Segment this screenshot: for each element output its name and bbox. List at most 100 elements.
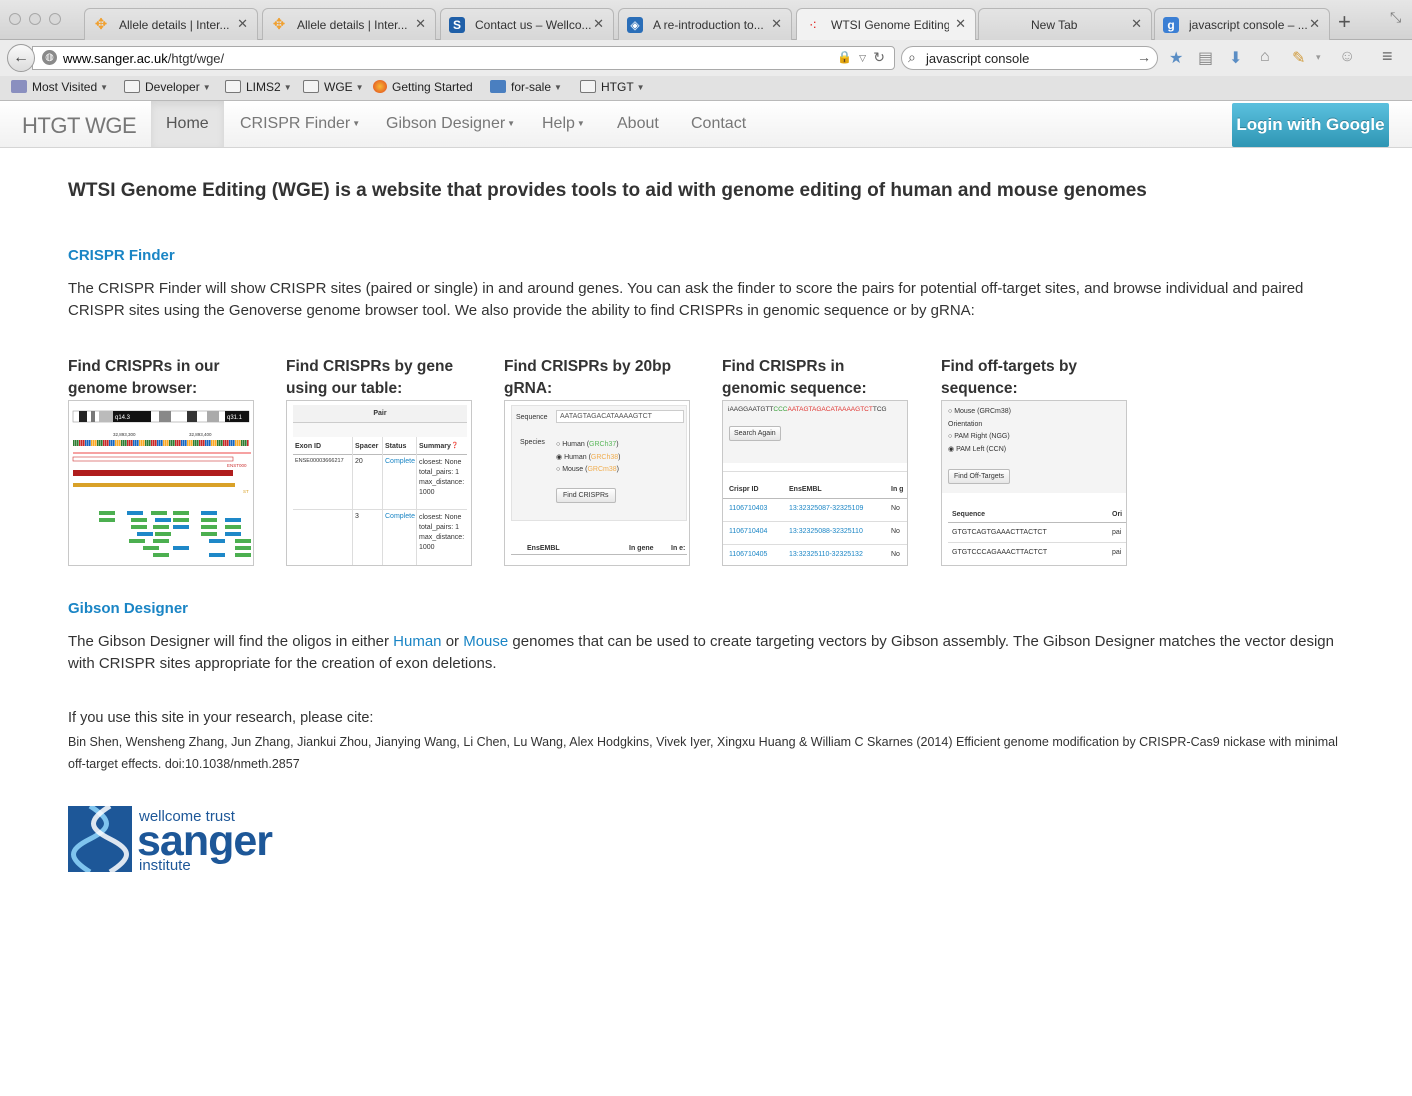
table-row: ENSE00003666217 20 Complete closest: Non… [293, 456, 467, 510]
nav-label: Contact [691, 115, 747, 132]
crispr-site-mark [99, 511, 115, 515]
species-radio[interactable]: ◉ Human (GRCh38) [556, 454, 621, 461]
status-link[interactable]: Complete [385, 513, 415, 520]
zoom-window-icon[interactable] [49, 13, 61, 25]
bookmark-wge[interactable]: WGE ▼ [303, 80, 364, 94]
bookmark-most-visited[interactable]: Most Visited ▼ [11, 80, 108, 94]
crispr-id-link[interactable]: 1106710405 [729, 551, 767, 558]
card-grna[interactable]: Find CRISPRs by 20bp gRNA: Sequence AATA… [504, 356, 690, 566]
site-brand[interactable]: HTGT WGE [22, 113, 137, 139]
help-circle-icon[interactable]: ❓ [451, 442, 458, 449]
sequence-input[interactable]: AATAGTAGACATAAAAGTCT [556, 410, 684, 423]
sequence-base [107, 440, 109, 446]
species-radio[interactable]: ○ Human (GRCh37) [556, 441, 619, 448]
grna-form-thumbnail[interactable]: Sequence AATAGTAGACATAAAAGTCT Species ○ … [504, 400, 690, 566]
back-button[interactable]: ← [7, 44, 35, 72]
find-crisprs-button[interactable]: Find CRISPRs [556, 488, 616, 503]
sequence-base [129, 440, 131, 446]
close-window-icon[interactable] [9, 13, 21, 25]
search-again-button[interactable]: Search Again [729, 426, 781, 441]
bookmark-lims2[interactable]: LIMS2 ▼ [225, 80, 292, 94]
lock-warning-icon[interactable]: 🔒 [837, 50, 852, 64]
crispr-id-link[interactable]: 1106710403 [729, 505, 767, 512]
species-radio[interactable]: ○ Mouse (GRCm38) [556, 466, 619, 473]
restore-window-icon[interactable]: ⤡ [1390, 9, 1401, 26]
bookmark-getting-started[interactable]: Getting Started [373, 80, 473, 94]
search-go-arrow-icon[interactable]: → [1137, 49, 1151, 65]
orientation-radio[interactable]: ◉ PAM Left (CCN) [948, 446, 1006, 453]
login-with-google-button[interactable]: Login with Google [1232, 103, 1389, 147]
summary-line: max_distance: [419, 534, 465, 541]
url-text[interactable]: www.sanger.ac.uk/htgt/wge/ [63, 51, 224, 66]
new-tab-icon[interactable]: + [1338, 9, 1351, 35]
human-link[interactable]: Human [393, 633, 441, 650]
browser-tab[interactable]: S Contact us – Wellco... ✕ [440, 8, 614, 40]
species-radios: ○ Human (GRCh37) ◉ Human (GRCh38) ○ Mous… [556, 439, 621, 477]
nav-about[interactable]: About [602, 101, 674, 147]
extension-icon[interactable]: ✎ [1292, 48, 1305, 68]
orientation-option: PAM Left (CCN) [956, 445, 1007, 453]
genome-browser-thumbnail[interactable]: q14.3 q31.1 32,893,300 32,893,400 ENST00… [68, 400, 254, 566]
hamburger-menu-icon[interactable]: ≡ [1382, 46, 1393, 67]
card-genome-browser[interactable]: Find CRISPRs in our genome browser: q14.… [68, 356, 254, 566]
ensembl-link[interactable]: 13:32325087-32325109 [789, 505, 863, 512]
minimize-window-icon[interactable] [29, 13, 41, 25]
card-off-targets[interactable]: Find off-targets by sequence: ○ Mouse (G… [941, 356, 1127, 566]
nav-help[interactable]: Help ▼ [527, 101, 600, 147]
table-row: 1106710404 13:32325088-32325110 No [723, 523, 907, 545]
home-icon[interactable]: ⌂ [1260, 48, 1270, 66]
nav-gibson-designer[interactable]: Gibson Designer ▼ [371, 101, 530, 147]
nav-home[interactable]: Home [151, 101, 224, 147]
downloads-icon[interactable]: ⬇ [1229, 48, 1242, 68]
species-name: Human [562, 441, 585, 448]
close-tab-icon[interactable]: ✕ [1131, 16, 1142, 32]
close-tab-icon[interactable]: ✕ [1309, 16, 1320, 32]
bookmark-for-sale[interactable]: for-sale ▼ [490, 80, 562, 94]
ensembl-link[interactable]: 13:32325110-32325132 [789, 551, 863, 558]
reload-icon[interactable]: ↻ [873, 49, 885, 66]
off-targets-thumbnail[interactable]: ○ Mouse (GRCm38) Orientation ○ PAM Right… [941, 400, 1127, 566]
browser-tab[interactable]: g javascript console – ... ✕ [1154, 8, 1330, 40]
bookmark-htgt[interactable]: HTGT ▼ [580, 80, 645, 94]
card-gene-table[interactable]: Find CRISPRs by gene using our table: Pa… [286, 356, 472, 566]
close-tab-icon[interactable]: ✕ [237, 16, 248, 32]
genomic-sequence-thumbnail[interactable]: iAAGGAATGTTCCCAATAGTAGACATAAAAGTCTTCG Se… [722, 400, 908, 566]
close-tab-icon[interactable]: ✕ [955, 16, 966, 32]
browser-tab[interactable]: ◈ A re-introduction to... ✕ [618, 8, 792, 40]
orientation-cell: pai [1112, 529, 1122, 536]
chat-icon[interactable]: ☺ [1339, 48, 1355, 66]
search-bar[interactable]: ⌕ javascript console → [901, 46, 1158, 70]
gene-table-thumbnail[interactable]: Pair Exon ID Spacer Status Summary ❓ ENSE… [286, 400, 472, 566]
browser-tab[interactable]: ✥ Allele details | Inter... ✕ [262, 8, 436, 40]
search-input[interactable]: javascript console [926, 51, 1029, 66]
orientation-radio[interactable]: ○ PAM Right (NGG) [948, 433, 1010, 440]
nav-crispr-finder[interactable]: CRISPR Finder ▼ [225, 101, 375, 147]
bookmark-star-icon[interactable]: ★ [1169, 48, 1183, 68]
mouse-link[interactable]: Mouse [463, 633, 508, 650]
browser-tab[interactable]: ✥ Allele details | Inter... ✕ [84, 8, 258, 40]
extension-dropdown-icon[interactable]: ▾ [1316, 52, 1321, 63]
crispr-finder-link[interactable]: CRISPR Finder [68, 247, 175, 264]
card-genomic-sequence[interactable]: Find CRISPRs in genomic sequence: iAAGGA… [722, 356, 908, 566]
bookmark-developer[interactable]: Developer ▼ [124, 80, 211, 94]
sequence-base [133, 440, 135, 446]
sequence-base [207, 440, 209, 446]
find-off-targets-button[interactable]: Find Off-Targets [948, 469, 1011, 484]
crispr-id-link[interactable]: 1106710404 [729, 528, 767, 535]
nav-contact[interactable]: Contact [676, 101, 761, 147]
column-header: Exon ID [295, 443, 322, 450]
browser-tab[interactable]: New Tab ✕ [978, 8, 1152, 40]
sequence-base [183, 440, 185, 446]
history-dropdown-icon[interactable]: ▽ [859, 53, 866, 64]
ensembl-link[interactable]: 13:32325088-32325110 [789, 528, 863, 535]
close-tab-icon[interactable]: ✕ [771, 16, 782, 32]
bookmarks-menu-icon[interactable]: ▤ [1198, 48, 1213, 68]
browser-tab-active[interactable]: ⁖ WTSI Genome Editing ✕ [796, 8, 976, 41]
close-tab-icon[interactable]: ✕ [593, 16, 604, 32]
species-radio[interactable]: ○ Mouse (GRCm38) [948, 408, 1011, 415]
url-bar[interactable]: ◍ www.sanger.ac.uk/htgt/wge/ 🔒 ▽ ↻ [32, 46, 895, 70]
close-tab-icon[interactable]: ✕ [415, 16, 426, 32]
sanger-logo[interactable]: wellcome trust sanger institute [68, 803, 293, 875]
status-link[interactable]: Complete [385, 458, 415, 465]
gibson-designer-link[interactable]: Gibson Designer [68, 600, 188, 617]
